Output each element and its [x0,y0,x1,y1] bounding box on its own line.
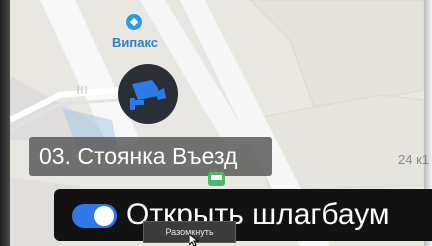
toggle-knob [94,206,114,226]
barrier-toggle[interactable] [72,204,117,228]
bus-stop-icon [208,172,225,186]
house-number: 24 к1 [398,152,429,167]
camera-marker[interactable] [118,64,178,124]
diamond-pin-icon[interactable] [126,14,142,30]
place-label: 03. Стоянка Въезд [29,137,272,176]
window-left-edge [0,0,10,246]
mouse-cursor-icon [189,234,200,246]
poi-name-label[interactable]: Випакс [106,35,164,50]
security-camera-icon [130,80,166,110]
